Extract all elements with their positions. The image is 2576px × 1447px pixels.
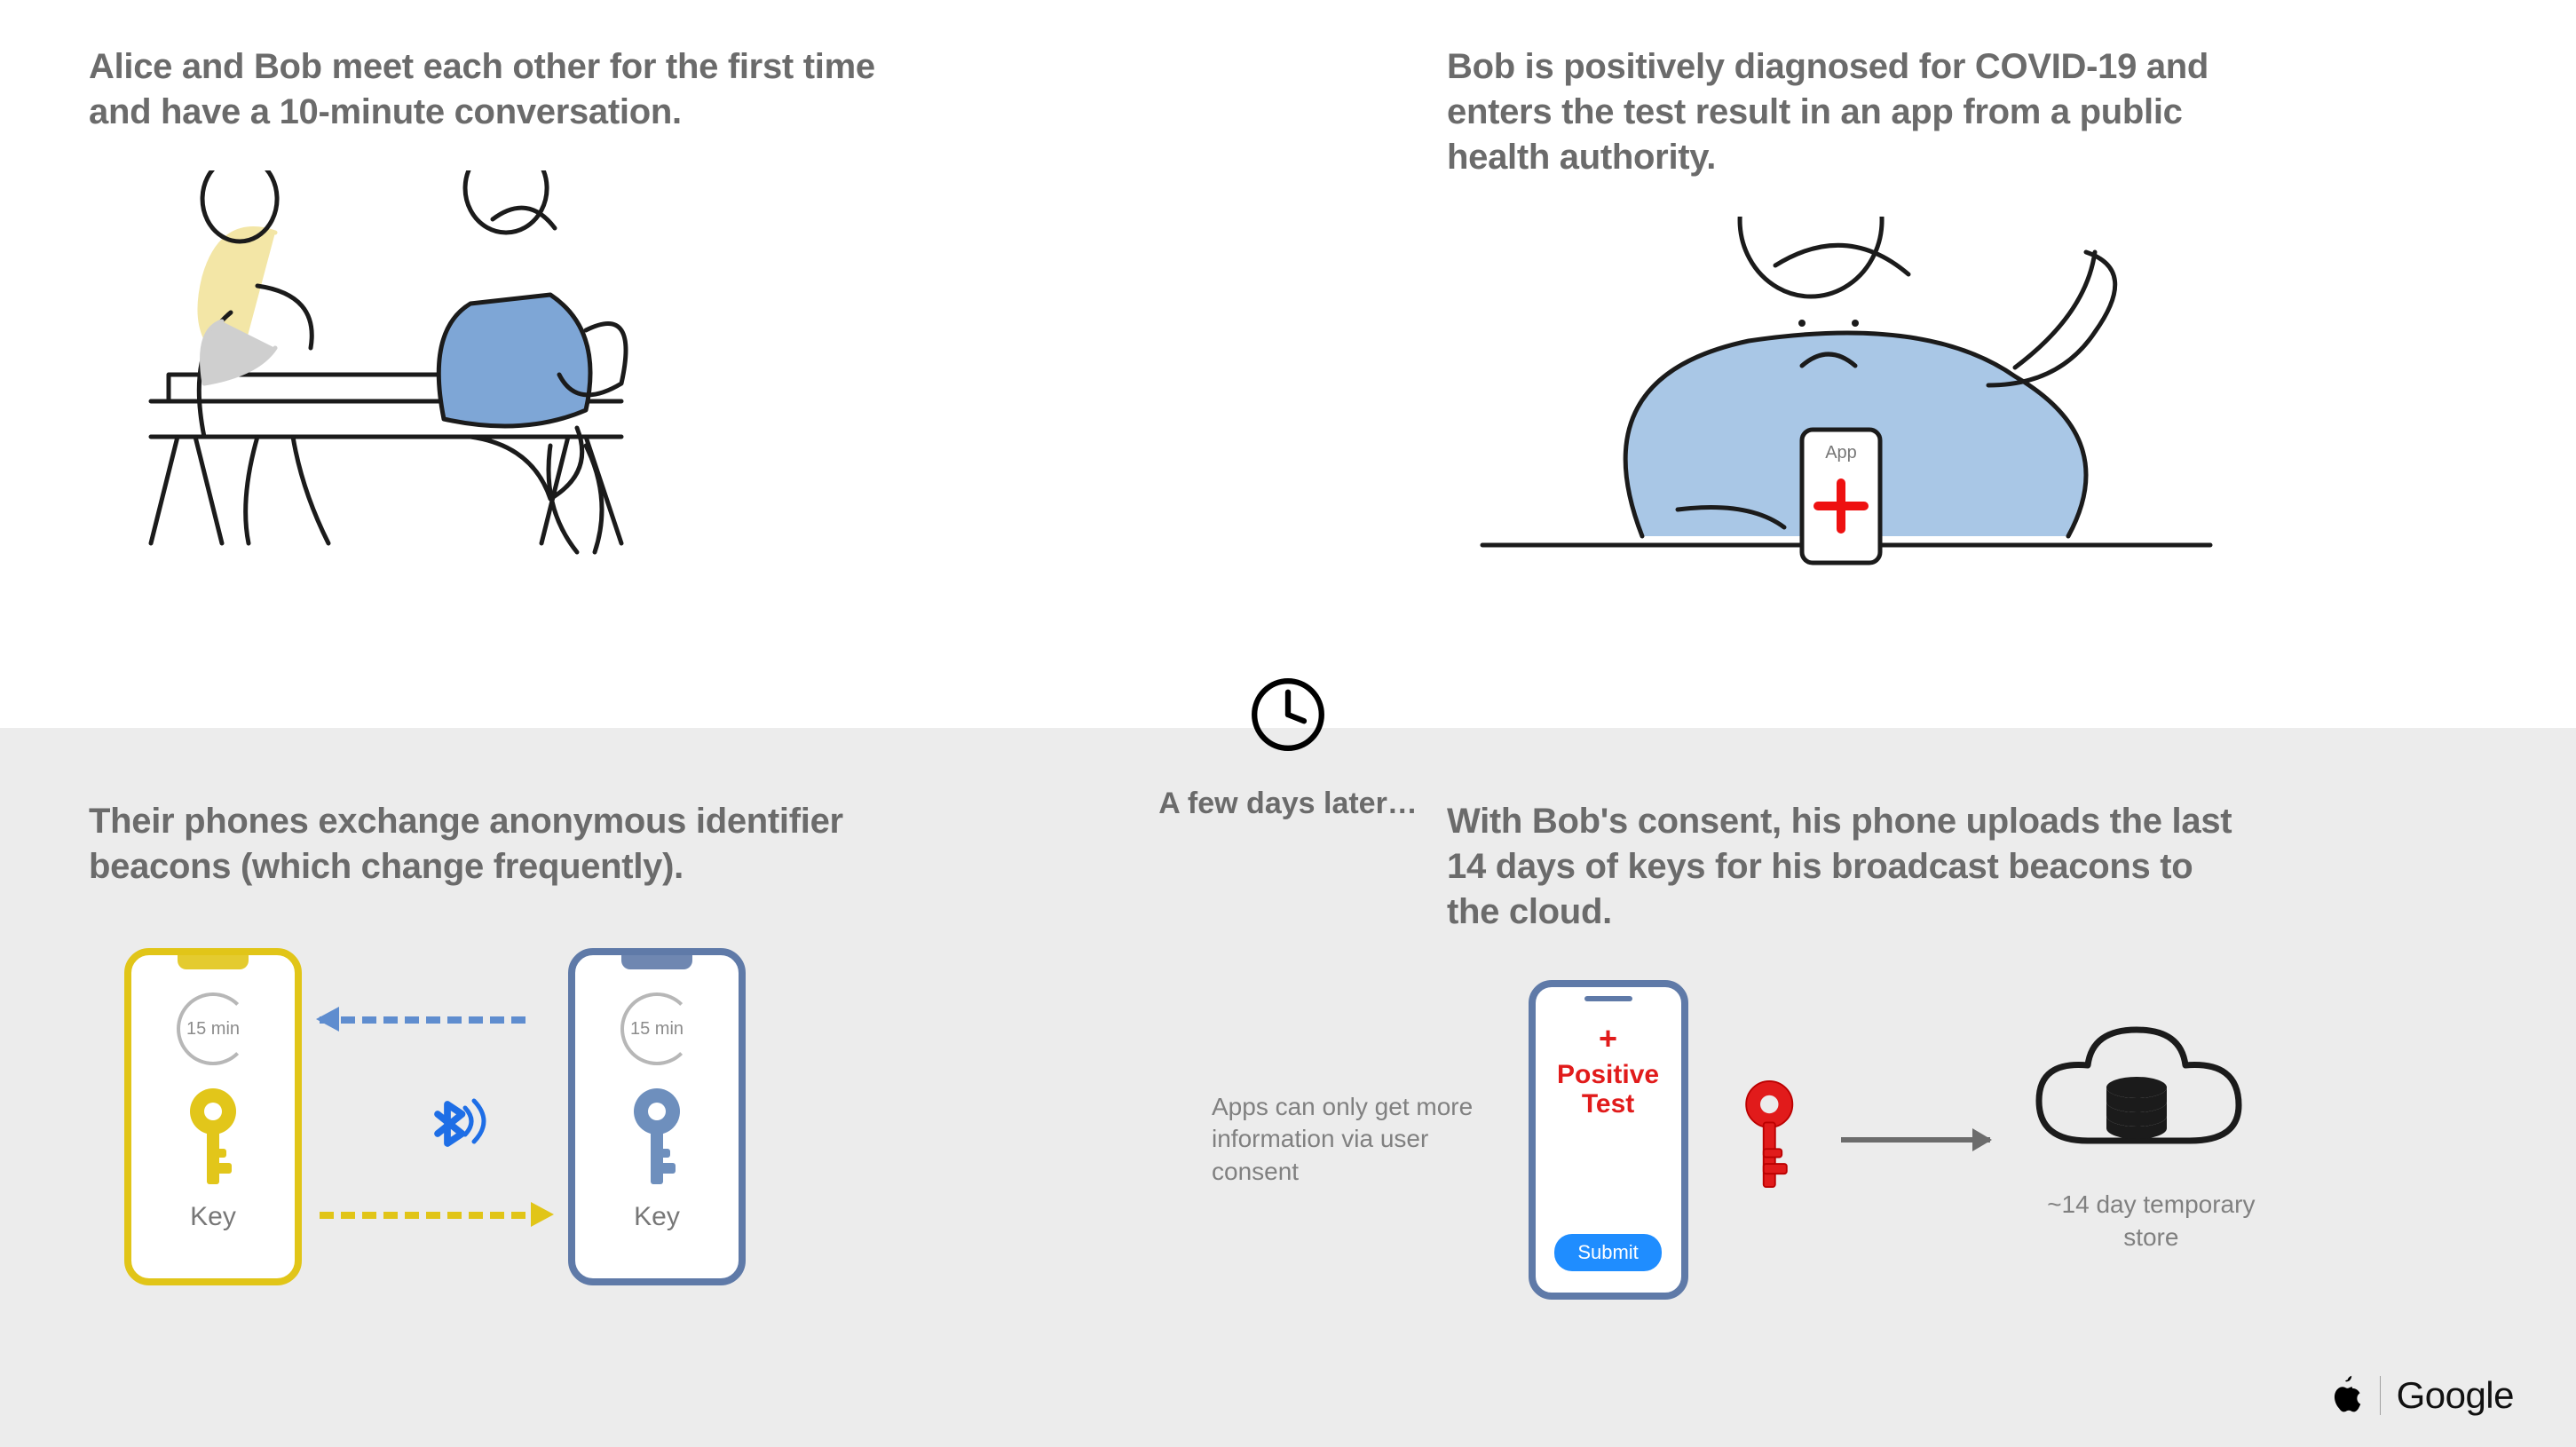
cloud-label: ~14 day temporary store <box>2026 1189 2277 1253</box>
cloud-store: ~14 day temporary store <box>2026 1025 2277 1253</box>
panel-4-caption: With Bob's consent, his phone uploads th… <box>1447 799 2246 936</box>
clock-icon <box>1248 675 1328 755</box>
panel-2: Bob is positively diagnosed for COVID-19… <box>1447 44 2246 598</box>
google-logo-text: Google <box>2397 1374 2514 1417</box>
phone-upload: + Positive Test Submit <box>1529 980 1688 1300</box>
panel-1-caption: Alice and Bob meet each other for the fi… <box>89 44 888 135</box>
timer-badge: 15 min <box>177 992 249 1065</box>
cloud-db-icon <box>2026 1025 2248 1176</box>
panel-4: With Bob's consent, his phone uploads th… <box>1212 799 2277 1300</box>
bob-phone-illustration: App <box>1447 217 2246 598</box>
bench-illustration <box>89 170 888 579</box>
red-key-icon <box>1736 1073 1803 1206</box>
logo-divider <box>2380 1376 2381 1415</box>
apple-logo-icon <box>2330 1375 2364 1416</box>
bluetooth-icon <box>408 1081 488 1161</box>
app-label: App <box>1825 443 1857 463</box>
submit-button[interactable]: Submit <box>1554 1234 1661 1271</box>
key-label: Key <box>131 1202 295 1232</box>
panel-1: Alice and Bob meet each other for the fi… <box>89 44 888 579</box>
key-label: Key <box>575 1202 739 1232</box>
positive-test-title: Positive Test <box>1548 1060 1669 1119</box>
phone-bob: 15 min Key <box>568 948 746 1285</box>
panel-3: Their phones exchange anonymous identifi… <box>89 799 888 1303</box>
timer-badge: 15 min <box>620 992 693 1065</box>
panel-3-caption: Their phones exchange anonymous identifi… <box>89 799 888 890</box>
footer-logos: Google <box>2330 1374 2514 1417</box>
phone-alice: 15 min Key <box>124 948 302 1285</box>
panel-2-caption: Bob is positively diagnosed for COVID-19… <box>1447 44 2246 181</box>
upload-arrow <box>1841 1137 1990 1143</box>
key-icon <box>621 1087 692 1193</box>
timer-text: 15 min <box>630 1020 684 1038</box>
key-icon <box>178 1087 249 1193</box>
consent-note: Apps can only get more information via u… <box>1212 1091 1493 1188</box>
timer-text: 15 min <box>186 1020 240 1038</box>
plus-icon: + <box>1599 1023 1617 1055</box>
phones-exchange: 15 min Key 15 min <box>89 948 817 1303</box>
